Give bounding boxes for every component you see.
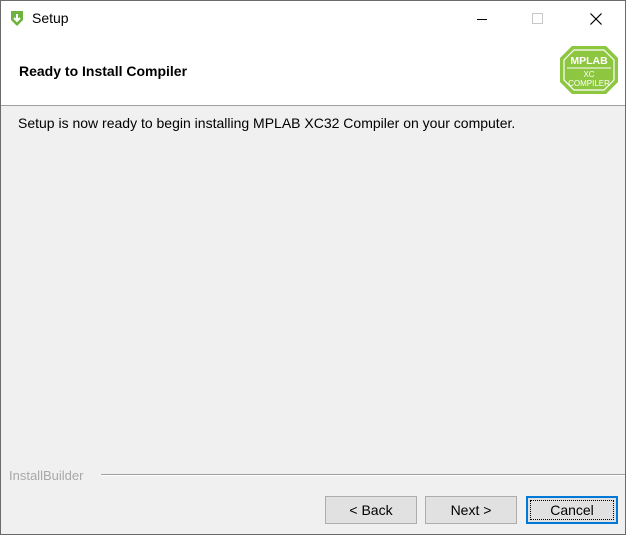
back-button[interactable]: < Back (325, 496, 417, 524)
cancel-button[interactable]: Cancel (526, 496, 618, 524)
logo-text-mplab: MPLAB (570, 55, 608, 67)
next-button[interactable]: Next > (425, 496, 517, 524)
logo-text-compiler: COMPILER (568, 79, 610, 88)
window-title: Setup (32, 10, 69, 26)
focus-rectangle (530, 500, 614, 520)
close-icon (590, 12, 602, 25)
maximize-icon (532, 12, 543, 24)
minimize-button[interactable] (459, 1, 505, 36)
page-title: Ready to Install Compiler (19, 63, 188, 79)
wizard-header: Ready to Install Compiler MPLAB XC COMPI… (1, 36, 625, 106)
maximize-button (515, 1, 561, 36)
minimize-icon (477, 18, 487, 20)
install-message: Setup is now ready to begin installing M… (18, 115, 516, 131)
installer-app-icon (11, 11, 23, 26)
installbuilder-label: InstallBuilder (9, 468, 84, 483)
logo-text-xc: XC (583, 70, 594, 79)
footer-divider (101, 474, 625, 476)
close-button[interactable] (573, 1, 619, 36)
title-bar[interactable]: Setup (1, 1, 625, 36)
mplab-xc-compiler-logo: MPLAB XC COMPILER (560, 46, 618, 94)
setup-window: Setup Ready to Install Compiler MPLAB XC (0, 0, 626, 535)
footer-branding: InstallBuilder (1, 467, 625, 483)
